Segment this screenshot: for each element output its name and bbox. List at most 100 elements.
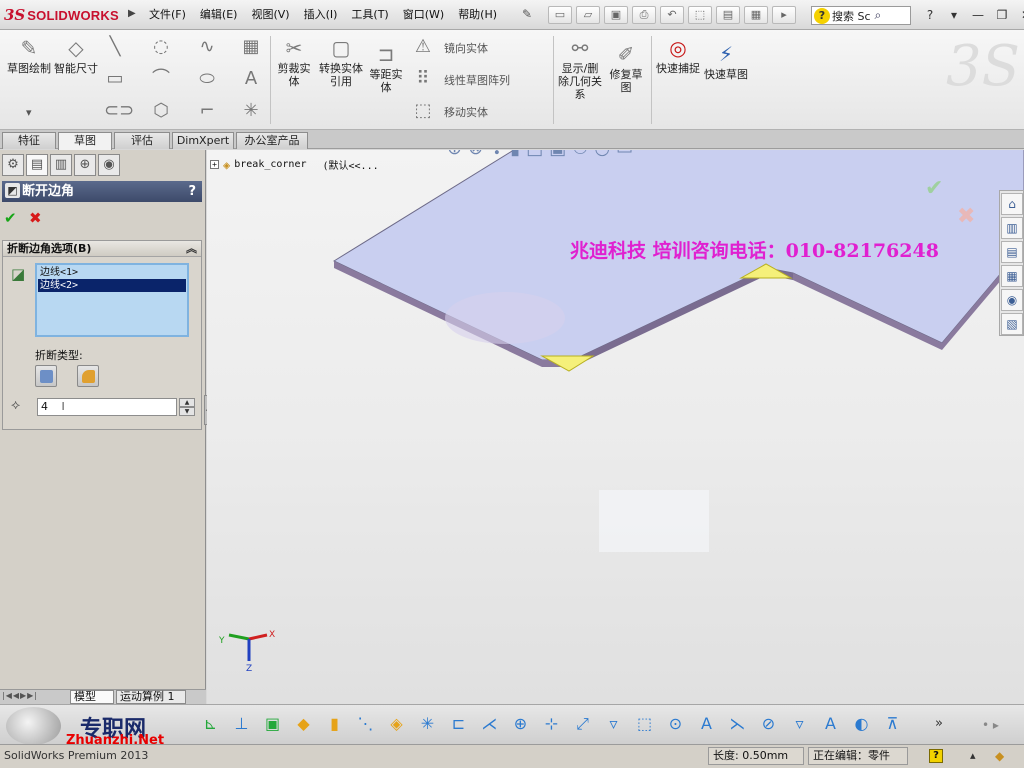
sketch-dropdown-icon[interactable]: ▾ [26, 106, 32, 119]
rectangle-icon[interactable]: ▭ [104, 68, 126, 90]
menu-edit[interactable]: 编辑(E) [193, 7, 245, 23]
cancel-button[interactable]: ✖ [29, 209, 42, 227]
convert-entities-button[interactable]: ▢ 转换实体引用 [318, 36, 364, 88]
tab-motion-study[interactable]: 运动算例 1 [116, 690, 186, 704]
undo-icon[interactable]: ↶ [660, 6, 684, 24]
tab-features[interactable]: 特征 [2, 132, 56, 149]
status-help-icon[interactable]: ? [929, 749, 943, 763]
offset-entities-button[interactable]: ⊐ 等距实体 [366, 42, 406, 94]
zoom-to-fit-icon[interactable]: ⊕ [447, 150, 462, 162]
print-icon[interactable]: ⎙ [632, 6, 656, 24]
tab-dimxpert[interactable]: DimXpert [172, 132, 234, 149]
note-filter-icon[interactable]: ▿ [601, 711, 626, 736]
plane-icon[interactable]: ▦ [240, 36, 262, 58]
text-icon[interactable]: A [240, 68, 262, 90]
confirmation-corner-cancel-icon[interactable]: ✖ [957, 204, 975, 229]
spin-down-icon[interactable]: ▼ [179, 407, 195, 416]
menu-file[interactable]: 文件(F) [142, 7, 193, 23]
quickbar-expand-icon[interactable]: ▸ [772, 6, 796, 24]
previous-view-icon[interactable]: ✣ [489, 150, 504, 162]
edit-appearance-icon[interactable]: ◓ [594, 150, 610, 162]
center-mark-filter-icon[interactable]: ⋋ [725, 711, 750, 736]
quick-snaps-button[interactable]: ◎ 快速捕捉 [656, 36, 700, 75]
vertical-relation-icon[interactable]: ⊥ [229, 711, 254, 736]
search-box[interactable]: ? 搜索 Sc ⌕ [811, 6, 911, 25]
linear-pattern-icon[interactable]: ⠿ [412, 68, 434, 90]
status-expand-icon[interactable]: ▴ [970, 749, 976, 762]
distance-spinner[interactable]: ▲ ▼ [179, 398, 195, 418]
edge-filter-icon[interactable]: ⋱ [353, 711, 378, 736]
sketch-button[interactable]: ✎ 草图绘制 [6, 36, 52, 75]
move-icon[interactable]: ⬚ [412, 100, 434, 122]
mirror-label[interactable]: 镜向实体 [444, 40, 488, 56]
chamfer-break-button[interactable] [35, 365, 57, 387]
menu-tools[interactable]: 工具(T) [344, 7, 395, 23]
ok-button[interactable]: ✔ [4, 209, 17, 227]
text-filter-icon[interactable]: A [694, 711, 719, 736]
axis-filter-icon[interactable]: ⊏ [446, 711, 471, 736]
open-folder-icon[interactable]: ▱ [576, 6, 600, 24]
file-explorer-icon[interactable]: ▤ [1001, 241, 1023, 263]
feature-tree-root[interactable]: + ◈ break_corner (默认<<... [210, 157, 379, 172]
home-icon[interactable]: ⌂ [1001, 193, 1023, 215]
hole-filter-icon[interactable]: ⊘ [756, 711, 781, 736]
edge-list-item-selected[interactable]: 边线<2> [38, 279, 186, 292]
menu-window[interactable]: 窗口(W) [396, 7, 451, 23]
slot-icon[interactable]: ⊂⊃ [104, 100, 134, 122]
menu-view[interactable]: 视图(V) [244, 7, 296, 23]
repair-sketch-button[interactable]: ✐ 修复草图 [606, 42, 646, 94]
mirror-icon[interactable]: ⚠ [412, 36, 434, 58]
section-view-icon[interactable]: ▮ [510, 150, 520, 162]
tab-evaluate[interactable]: 评估 [114, 132, 170, 149]
close-button[interactable]: ✕ [1016, 6, 1024, 24]
vertex-filter-icon[interactable]: ✳ [415, 711, 440, 736]
mate-filter-icon[interactable]: ◐ [849, 711, 874, 736]
edge-selection-list[interactable]: 边线<1> 边线<2> [35, 263, 189, 337]
display-style-icon[interactable]: ▣ [549, 150, 566, 162]
datum-filter-icon[interactable]: ⊙ [663, 711, 688, 736]
menu-help[interactable]: 帮助(H) [451, 7, 504, 23]
toolbar-more-icon[interactable]: » [935, 716, 943, 731]
search-icon[interactable]: ⌕ [875, 8, 882, 23]
pin-menu-icon[interactable]: ✎ [522, 7, 532, 21]
trim-entities-button[interactable]: ✂ 剪裁实体 [274, 36, 314, 88]
dimxpert-manager-tab-icon[interactable]: ⊕ [74, 154, 96, 176]
options-icon[interactable]: ▦ [744, 6, 768, 24]
polygon-icon[interactable]: ⬡ [150, 100, 172, 122]
restore-button[interactable]: ❐ [992, 6, 1012, 24]
weld-filter-icon[interactable]: ⬚ [632, 711, 657, 736]
sketch-point-filter-icon[interactable]: ⊕ [508, 711, 533, 736]
tab-scroll-arrows-icon[interactable]: |◀◀▶▶| [2, 691, 38, 700]
group-header[interactable]: 折断边角选项(B) ︽ [3, 241, 201, 257]
tree-expand-icon[interactable]: + [210, 160, 219, 169]
toolbar-overflow-icon[interactable]: • ▸ [982, 718, 999, 732]
view-orientation-icon[interactable]: ◳ [526, 150, 543, 162]
custom-properties-icon[interactable]: ▧ [1001, 313, 1023, 335]
face-filter-icon[interactable]: ◆ [291, 711, 316, 736]
rebuild-icon[interactable]: ▤ [716, 6, 740, 24]
design-library-icon[interactable]: ▥ [1001, 217, 1023, 239]
tab-sketch[interactable]: 草图 [58, 132, 112, 150]
appearances-icon[interactable]: ◉ [1001, 289, 1023, 311]
tags-icon[interactable]: ◆ [995, 749, 1004, 763]
menu-insert[interactable]: 插入(I) [297, 7, 345, 23]
display-relations-button[interactable]: ⚯ 显示/删除几何关系 [558, 36, 602, 101]
minimize-button[interactable]: — [968, 6, 988, 24]
spin-up-icon[interactable]: ▲ [179, 398, 195, 407]
help-dropdown-icon[interactable]: ▾ [944, 6, 964, 24]
cosmetic-thread-filter-icon[interactable]: ▿ [787, 711, 812, 736]
hide-show-items-icon[interactable]: ⚇ [572, 150, 588, 162]
solid-filter-icon[interactable]: ▮ [322, 711, 347, 736]
edge-list-item[interactable]: 边线<1> [38, 266, 186, 279]
display-manager-tab-icon[interactable]: ◉ [98, 154, 120, 176]
linear-pattern-label[interactable]: 线性草图阵列 [444, 72, 510, 88]
distance-input[interactable]: 4 I [37, 398, 177, 416]
circle-icon[interactable]: ◌ [150, 36, 172, 58]
ellipse-icon[interactable]: ⬭ [196, 68, 218, 90]
point-filter-icon[interactable]: ⊾ [198, 711, 223, 736]
move-label[interactable]: 移动实体 [444, 104, 488, 120]
point-icon[interactable]: ✳ [240, 100, 262, 122]
graphics-area[interactable]: + ◈ break_corner (默认<<... ⊕ ⊗ ✣ ▮ ◳ ▣ ⚇ … [207, 150, 1024, 704]
apply-scene-icon[interactable]: ▭ [616, 150, 633, 162]
midpoint-filter-icon[interactable]: ▣ [260, 711, 285, 736]
